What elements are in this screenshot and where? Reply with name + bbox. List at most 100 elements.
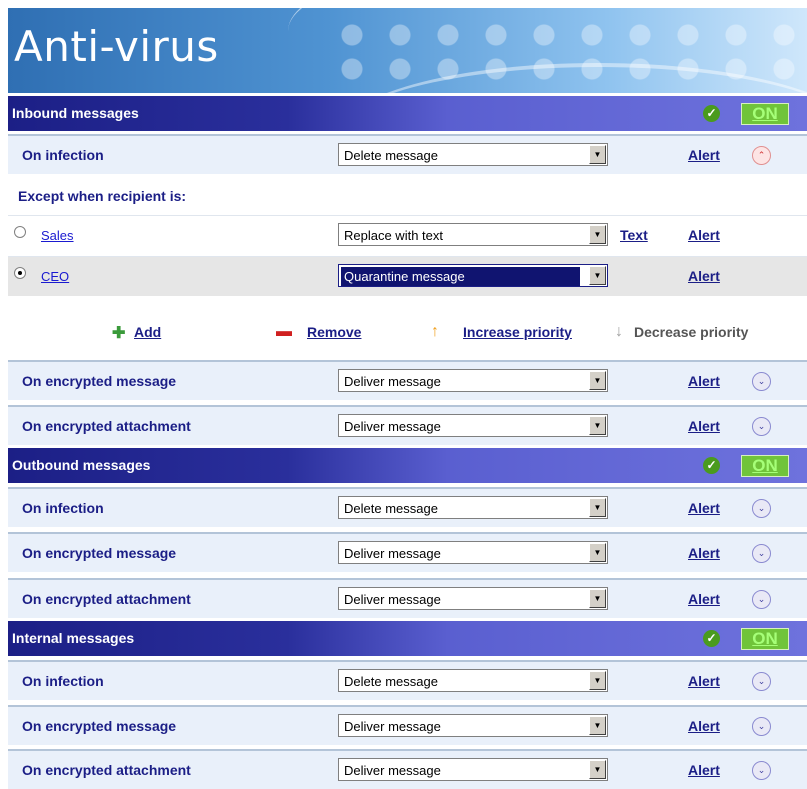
alert-link[interactable]: Alert: [688, 762, 720, 778]
select-value: Deliver message: [344, 719, 441, 734]
rule-row-encrypted-attachment: On encrypted attachment Deliver message …: [8, 578, 807, 618]
action-select[interactable]: Delete message ▼: [338, 669, 608, 692]
rule-label: On encrypted message: [22, 545, 177, 561]
arrow-down-icon: ↓: [615, 323, 623, 340]
recipient-link[interactable]: Sales: [41, 228, 74, 243]
rule-row-on-infection: On infection Delete message ▼ Alert ⌄: [8, 487, 807, 527]
recipient-link[interactable]: CEO: [41, 269, 69, 284]
expand-icon[interactable]: ⌄: [752, 372, 771, 391]
dropdown-arrow-icon[interactable]: ▼: [589, 225, 606, 244]
rule-row-on-infection: On infection Delete message ▼ Alert ⌄: [8, 660, 807, 700]
on-toggle[interactable]: ON: [741, 628, 789, 650]
expand-icon[interactable]: ⌄: [752, 672, 771, 691]
rule-label: On encrypted attachment: [22, 591, 191, 607]
dropdown-arrow-icon[interactable]: ▼: [589, 716, 606, 735]
section-title: Outbound messages: [12, 457, 151, 473]
alert-link[interactable]: Alert: [688, 718, 720, 734]
action-select[interactable]: Deliver message ▼: [338, 541, 608, 564]
text-link[interactable]: Text: [620, 227, 648, 243]
section-title: Inbound messages: [12, 105, 139, 121]
action-select[interactable]: Delete message ▼: [338, 143, 608, 166]
radio-button-selected[interactable]: [14, 267, 26, 279]
rule-row-encrypted-message: On encrypted message Deliver message ▼ A…: [8, 360, 807, 400]
alert-link[interactable]: Alert: [688, 591, 720, 607]
alert-link[interactable]: Alert: [688, 545, 720, 561]
select-value: Deliver message: [344, 763, 441, 778]
on-toggle[interactable]: ON: [741, 455, 789, 477]
section-header-internal: Internal messages ✓ ON: [8, 621, 807, 656]
select-value: Quarantine message: [341, 267, 580, 286]
select-value: Delete message: [344, 148, 438, 163]
checkmark-icon: ✓: [703, 630, 720, 647]
action-select[interactable]: Replace with text ▼: [338, 223, 608, 246]
increase-priority-button[interactable]: Increase priority: [463, 324, 572, 340]
section-header-inbound: Inbound messages ✓ ON: [8, 96, 807, 131]
rule-label: On encrypted message: [22, 718, 177, 734]
checkmark-icon: ✓: [703, 457, 720, 474]
action-select[interactable]: Deliver message ▼: [338, 414, 608, 437]
add-button[interactable]: Add: [134, 324, 161, 340]
dropdown-arrow-icon[interactable]: ▼: [589, 589, 606, 608]
rule-row-encrypted-attachment: On encrypted attachment Deliver message …: [8, 749, 807, 789]
radio-button[interactable]: [14, 226, 26, 238]
action-select[interactable]: Delete message ▼: [338, 496, 608, 519]
expand-icon[interactable]: ⌄: [752, 717, 771, 736]
alert-link[interactable]: Alert: [688, 268, 720, 284]
exceptions-toolbar: ✚ Add ▬ Remove ↑ Increase priority ↓ Dec…: [8, 315, 807, 350]
alert-link[interactable]: Alert: [688, 673, 720, 689]
rule-row-encrypted-message: On encrypted message Deliver message ▼ A…: [8, 532, 807, 572]
expand-icon[interactable]: ⌄: [752, 761, 771, 780]
alert-link[interactable]: Alert: [688, 147, 720, 163]
rule-label: On infection: [22, 500, 104, 516]
select-value: Delete message: [344, 501, 438, 516]
expand-icon[interactable]: ⌄: [752, 417, 771, 436]
action-select[interactable]: Deliver message ▼: [338, 714, 608, 737]
page-title: Anti-virus: [14, 22, 219, 71]
alert-link[interactable]: Alert: [688, 227, 720, 243]
expand-icon[interactable]: ⌄: [752, 590, 771, 609]
select-value: Replace with text: [344, 228, 443, 243]
select-value: Deliver message: [344, 374, 441, 389]
rule-label: On infection: [22, 673, 104, 689]
select-value: Delete message: [344, 674, 438, 689]
dropdown-arrow-icon[interactable]: ▼: [589, 266, 606, 285]
decrease-priority-button[interactable]: Decrease priority: [634, 324, 748, 340]
expand-icon[interactable]: ⌄: [752, 499, 771, 518]
remove-button[interactable]: Remove: [307, 324, 361, 340]
section-title: Internal messages: [12, 630, 135, 646]
select-value: Deliver message: [344, 546, 441, 561]
rule-label: On encrypted attachment: [22, 418, 191, 434]
collapse-icon[interactable]: ⌃: [752, 146, 771, 165]
select-value: Deliver message: [344, 419, 441, 434]
dropdown-arrow-icon[interactable]: ▼: [589, 671, 606, 690]
dropdown-arrow-icon[interactable]: ▼: [589, 498, 606, 517]
rule-label: On encrypted attachment: [22, 762, 191, 778]
alert-link[interactable]: Alert: [688, 373, 720, 389]
action-select[interactable]: Deliver message ▼: [338, 587, 608, 610]
remove-icon: ▬: [276, 323, 292, 340]
rule-row-on-infection: On infection Delete message ▼ Alert ⌃: [8, 134, 807, 174]
alert-link[interactable]: Alert: [688, 500, 720, 516]
dropdown-arrow-icon[interactable]: ▼: [589, 371, 606, 390]
dropdown-arrow-icon[interactable]: ▼: [589, 145, 606, 164]
dropdown-arrow-icon[interactable]: ▼: [589, 760, 606, 779]
page-banner: Anti-virus: [8, 8, 807, 93]
on-toggle[interactable]: ON: [741, 103, 789, 125]
exception-row-sales: Sales Replace with text ▼ Text Alert: [8, 215, 807, 255]
section-header-outbound: Outbound messages ✓ ON: [8, 448, 807, 483]
expand-icon[interactable]: ⌄: [752, 544, 771, 563]
alert-link[interactable]: Alert: [688, 418, 720, 434]
rule-label: On encrypted message: [22, 373, 177, 389]
action-select[interactable]: Deliver message ▼: [338, 758, 608, 781]
rule-row-encrypted-attachment: On encrypted attachment Deliver message …: [8, 405, 807, 445]
action-select[interactable]: Quarantine message ▼: [338, 264, 608, 287]
select-value: Deliver message: [344, 592, 441, 607]
add-icon: ✚: [112, 325, 126, 342]
action-select[interactable]: Deliver message ▼: [338, 369, 608, 392]
exceptions-label: Except when recipient is:: [18, 188, 187, 204]
arrow-up-icon: ↑: [431, 323, 439, 340]
checkmark-icon: ✓: [703, 105, 720, 122]
dropdown-arrow-icon[interactable]: ▼: [589, 543, 606, 562]
exception-row-ceo: CEO Quarantine message ▼ Alert: [8, 256, 807, 296]
dropdown-arrow-icon[interactable]: ▼: [589, 416, 606, 435]
